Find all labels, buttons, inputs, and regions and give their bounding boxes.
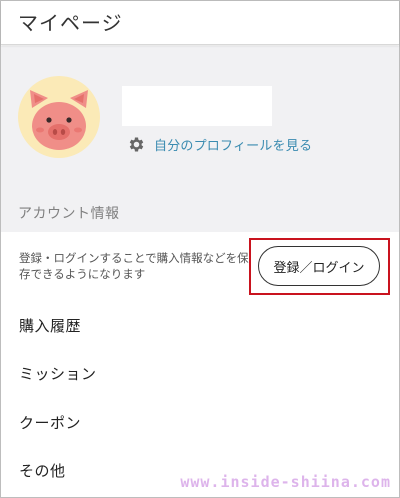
menu-item-label: 購入履歴	[19, 317, 82, 335]
menu-item-missions[interactable]: ミッション	[1, 350, 399, 398]
login-description: 登録・ログインすることで購入情報などを保存できるようになります	[19, 251, 249, 281]
pig-face-icon[interactable]	[18, 76, 100, 158]
app-header: マイページ	[1, 1, 399, 45]
user-name-field	[122, 86, 272, 126]
menu-item-purchase-history[interactable]: 購入履歴	[1, 302, 399, 350]
watermark: www.inside-shiina.com	[180, 473, 391, 491]
menu-item-coupons[interactable]: クーポン	[1, 399, 399, 447]
menu-item-label: ミッション	[19, 365, 97, 383]
view-profile-link[interactable]: 自分のプロフィールを見る	[127, 134, 312, 154]
page-title: マイページ	[18, 11, 123, 35]
register-login-button[interactable]: 登録／ログイン	[258, 246, 380, 286]
profile-area: 自分のプロフィールを見る アカウント情報	[1, 46, 399, 232]
account-section-title: アカウント情報	[18, 206, 120, 222]
gear-icon	[129, 137, 144, 151]
view-profile-label: 自分のプロフィールを見る	[154, 138, 313, 154]
menu-item-label: その他	[19, 462, 66, 480]
menu-item-label: クーポン	[19, 414, 82, 432]
